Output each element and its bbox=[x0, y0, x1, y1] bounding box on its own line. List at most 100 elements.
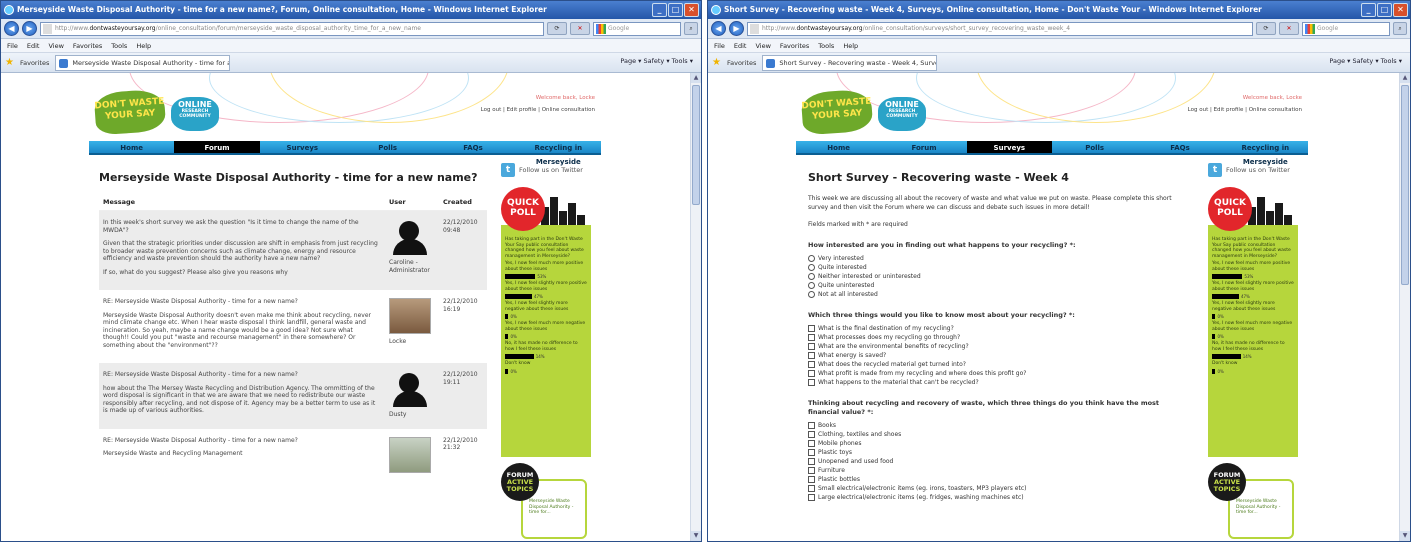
checkbox[interactable] bbox=[808, 440, 815, 447]
twitter-link[interactable]: t Follow us on Twitter bbox=[1204, 157, 1308, 177]
checkbox[interactable] bbox=[808, 334, 815, 341]
nav-recycling[interactable]: Recycling in Merseyside bbox=[516, 141, 601, 166]
checkbox[interactable] bbox=[808, 379, 815, 386]
url-field[interactable]: http://www.dontwasteyoursay.org/online_c… bbox=[40, 21, 544, 36]
radio-button[interactable] bbox=[808, 264, 815, 271]
forward-icon[interactable]: ▶ bbox=[22, 21, 37, 36]
checkbox[interactable] bbox=[808, 370, 815, 377]
menu-view[interactable]: View bbox=[755, 42, 770, 50]
nav-faqs[interactable]: FAQs bbox=[1137, 141, 1222, 153]
checkbox[interactable] bbox=[808, 422, 815, 429]
checkbox[interactable] bbox=[808, 458, 815, 465]
site-logo[interactable]: DON'T WASTE YOUR SAY bbox=[800, 88, 874, 136]
radio-button[interactable] bbox=[808, 255, 815, 262]
refresh-icon[interactable]: ⟳ bbox=[547, 22, 567, 35]
radio-button[interactable] bbox=[808, 282, 815, 289]
close-button[interactable]: ✕ bbox=[684, 3, 699, 17]
checkbox-option[interactable]: What energy is saved? bbox=[808, 351, 1192, 360]
close-button[interactable]: ✕ bbox=[1393, 3, 1408, 17]
checkbox-option[interactable]: Small electrical/electronic items (eg. i… bbox=[808, 484, 1192, 493]
checkbox-option[interactable]: Plastic bottles bbox=[808, 475, 1192, 484]
checkbox[interactable] bbox=[808, 343, 815, 350]
stop-icon[interactable]: ✕ bbox=[1279, 22, 1299, 35]
menu-favorites[interactable]: Favorites bbox=[780, 42, 809, 50]
menu-tools[interactable]: Tools bbox=[111, 42, 127, 50]
menu-file[interactable]: File bbox=[7, 42, 18, 50]
menu-favorites[interactable]: Favorites bbox=[73, 42, 102, 50]
post-user[interactable]: Caroline - Administrator bbox=[389, 259, 430, 274]
search-input[interactable]: Google bbox=[1302, 21, 1390, 36]
checkbox-option[interactable]: Large electrical/electronic items (eg. f… bbox=[808, 493, 1192, 502]
scroll-down-icon[interactable]: ▼ bbox=[691, 531, 701, 541]
twitter-link[interactable]: t Follow us on Twitter bbox=[497, 157, 601, 177]
menu-view[interactable]: View bbox=[48, 42, 63, 50]
refresh-icon[interactable]: ⟳ bbox=[1256, 22, 1276, 35]
checkbox-option[interactable]: Mobile phones bbox=[808, 439, 1192, 448]
checkbox[interactable] bbox=[808, 467, 815, 474]
maximize-button[interactable]: □ bbox=[1377, 3, 1392, 17]
radio-option[interactable]: Neither interested or uninterested bbox=[808, 272, 1192, 281]
checkbox[interactable] bbox=[808, 431, 815, 438]
back-icon[interactable]: ◀ bbox=[711, 21, 726, 36]
radio-option[interactable]: Very interested bbox=[808, 254, 1192, 263]
post-user[interactable]: Dusty bbox=[389, 411, 406, 418]
checkbox[interactable] bbox=[808, 449, 815, 456]
menu-edit[interactable]: Edit bbox=[734, 42, 747, 50]
menu-help[interactable]: Help bbox=[843, 42, 858, 50]
nav-polls[interactable]: Polls bbox=[1052, 141, 1137, 153]
nav-forum[interactable]: Forum bbox=[881, 141, 966, 153]
search-button[interactable]: ⌕ bbox=[1393, 22, 1407, 35]
minimize-button[interactable]: _ bbox=[652, 3, 667, 17]
nav-faqs[interactable]: FAQs bbox=[430, 141, 515, 153]
stop-icon[interactable]: ✕ bbox=[570, 22, 590, 35]
radio-option[interactable]: Not at all interested bbox=[808, 290, 1192, 299]
checkbox[interactable] bbox=[808, 325, 815, 332]
checkbox[interactable] bbox=[808, 352, 815, 359]
checkbox[interactable] bbox=[808, 485, 815, 492]
nav-surveys[interactable]: Surveys bbox=[966, 141, 1052, 153]
checkbox[interactable] bbox=[808, 476, 815, 483]
scrollbar[interactable]: ▲ ▼ bbox=[1399, 73, 1410, 541]
checkbox-option[interactable]: What is the final destination of my recy… bbox=[808, 324, 1192, 333]
account-links[interactable]: Log out | Edit profile | Online consulta… bbox=[481, 107, 595, 113]
site-logo[interactable]: DON'T WASTE YOUR SAY bbox=[93, 88, 167, 136]
checkbox-option[interactable]: Plastic toys bbox=[808, 448, 1192, 457]
menu-file[interactable]: File bbox=[714, 42, 725, 50]
search-input[interactable]: Google bbox=[593, 21, 681, 36]
forward-icon[interactable]: ▶ bbox=[729, 21, 744, 36]
post-user[interactable]: Locke bbox=[389, 338, 406, 345]
scrollbar[interactable]: ▲ ▼ bbox=[690, 73, 701, 541]
checkbox-option[interactable]: What happens to the material that can't … bbox=[808, 378, 1192, 387]
scroll-down-icon[interactable]: ▼ bbox=[1400, 531, 1410, 541]
radio-button[interactable] bbox=[808, 291, 815, 298]
checkbox-option[interactable]: Unopened and used food bbox=[808, 457, 1192, 466]
account-links[interactable]: Log out | Edit profile | Online consulta… bbox=[1188, 107, 1302, 113]
checkbox-option[interactable]: What profit is made from my recycling an… bbox=[808, 369, 1192, 378]
nav-forum[interactable]: Forum bbox=[174, 141, 260, 153]
checkbox[interactable] bbox=[808, 361, 815, 368]
favorites-button[interactable]: Favorites bbox=[727, 59, 756, 67]
command-bar[interactable]: Page ▾ Safety ▾ Tools ▾ bbox=[620, 57, 693, 65]
scroll-thumb[interactable] bbox=[1401, 85, 1409, 285]
menu-tools[interactable]: Tools bbox=[818, 42, 834, 50]
checkbox-option[interactable]: What does the recycled material get turn… bbox=[808, 360, 1192, 369]
search-button[interactable]: ⌕ bbox=[684, 22, 698, 35]
radio-button[interactable] bbox=[808, 273, 815, 280]
checkbox-option[interactable]: What are the environmental benefits of r… bbox=[808, 342, 1192, 351]
scroll-up-icon[interactable]: ▲ bbox=[1400, 73, 1410, 83]
nav-home[interactable]: Home bbox=[89, 141, 174, 153]
browser-tab[interactable]: Merseyside Waste Disposal Authority - ti… bbox=[55, 54, 231, 71]
radio-option[interactable]: Quite uninterested bbox=[808, 281, 1192, 290]
url-field[interactable]: http://www.dontwasteyoursay.org/online_c… bbox=[747, 21, 1253, 36]
scroll-thumb[interactable] bbox=[692, 85, 700, 205]
minimize-button[interactable]: _ bbox=[1361, 3, 1376, 17]
checkbox[interactable] bbox=[808, 494, 815, 501]
browser-tab[interactable]: Short Survey - Recovering waste - Week 4… bbox=[762, 54, 938, 71]
nav-surveys[interactable]: Surveys bbox=[260, 141, 345, 153]
checkbox-option[interactable]: What processes does my recycling go thro… bbox=[808, 333, 1192, 342]
radio-option[interactable]: Quite interested bbox=[808, 263, 1192, 272]
command-bar[interactable]: Page ▾ Safety ▾ Tools ▾ bbox=[1329, 57, 1402, 65]
nav-home[interactable]: Home bbox=[796, 141, 881, 153]
checkbox-option[interactable]: Books bbox=[808, 421, 1192, 430]
maximize-button[interactable]: □ bbox=[668, 3, 683, 17]
